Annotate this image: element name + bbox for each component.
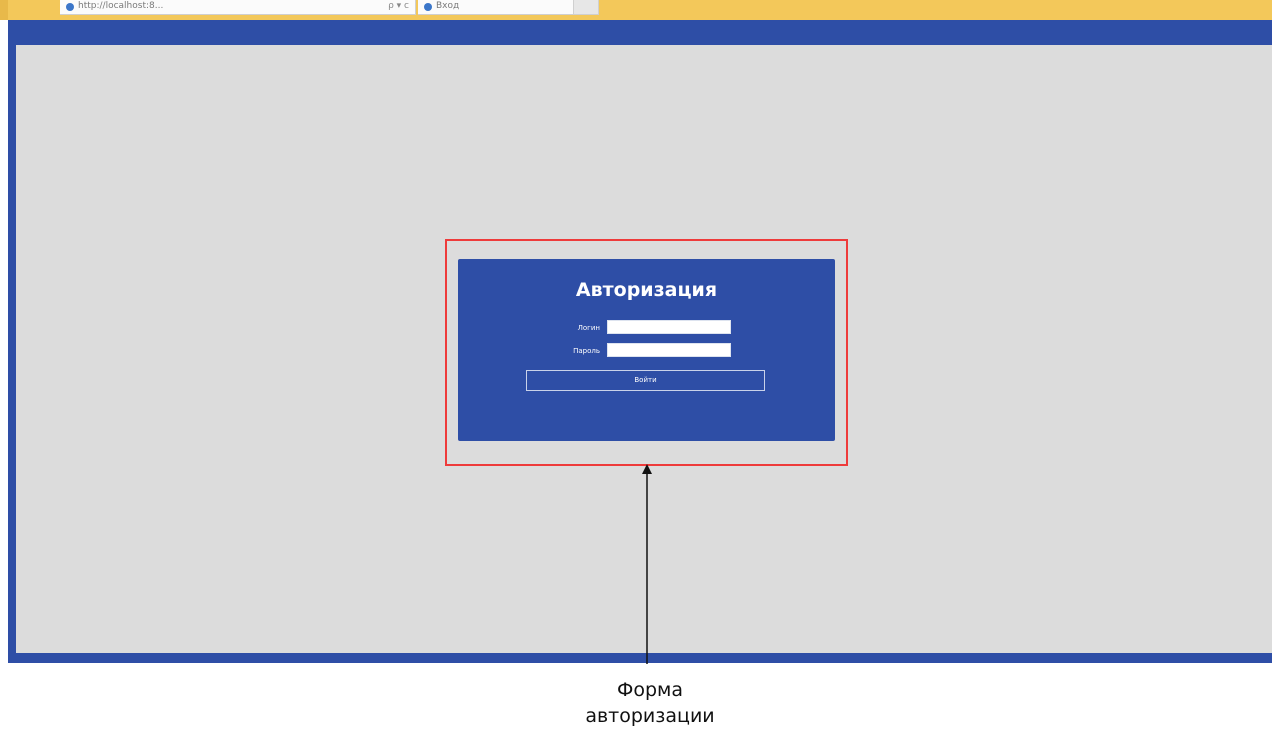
login-card: Авторизация Логин Пароль Войти	[458, 259, 835, 441]
toolbar-gutter	[0, 0, 8, 20]
browser-toolbar: http://localhost:8... ρ ▾ c Вход	[0, 0, 1272, 20]
caption-line-2: авторизации	[585, 705, 715, 727]
caption-line-1: Форма	[616, 679, 684, 701]
tab-favicon-icon	[424, 3, 432, 11]
new-tab-button[interactable]	[574, 0, 599, 15]
annotation-arrow-icon	[642, 464, 652, 664]
password-input[interactable]	[607, 343, 731, 357]
login-title: Авторизация	[575, 279, 718, 301]
browser-tab[interactable]: Вход	[418, 0, 574, 15]
address-bar[interactable]: http://localhost:8... ρ ▾ c	[60, 0, 416, 15]
site-icon	[66, 3, 74, 11]
submit-button[interactable]: Войти	[526, 370, 765, 391]
tab-title: Вход	[436, 1, 460, 11]
login-input[interactable]	[607, 320, 731, 334]
address-controls[interactable]: ρ ▾ c	[388, 1, 409, 11]
login-label: Логин	[577, 324, 600, 332]
address-text[interactable]: http://localhost:8...	[78, 1, 163, 11]
password-label: Пароль	[573, 347, 600, 355]
annotation-caption: Форма авторизации	[540, 677, 760, 729]
